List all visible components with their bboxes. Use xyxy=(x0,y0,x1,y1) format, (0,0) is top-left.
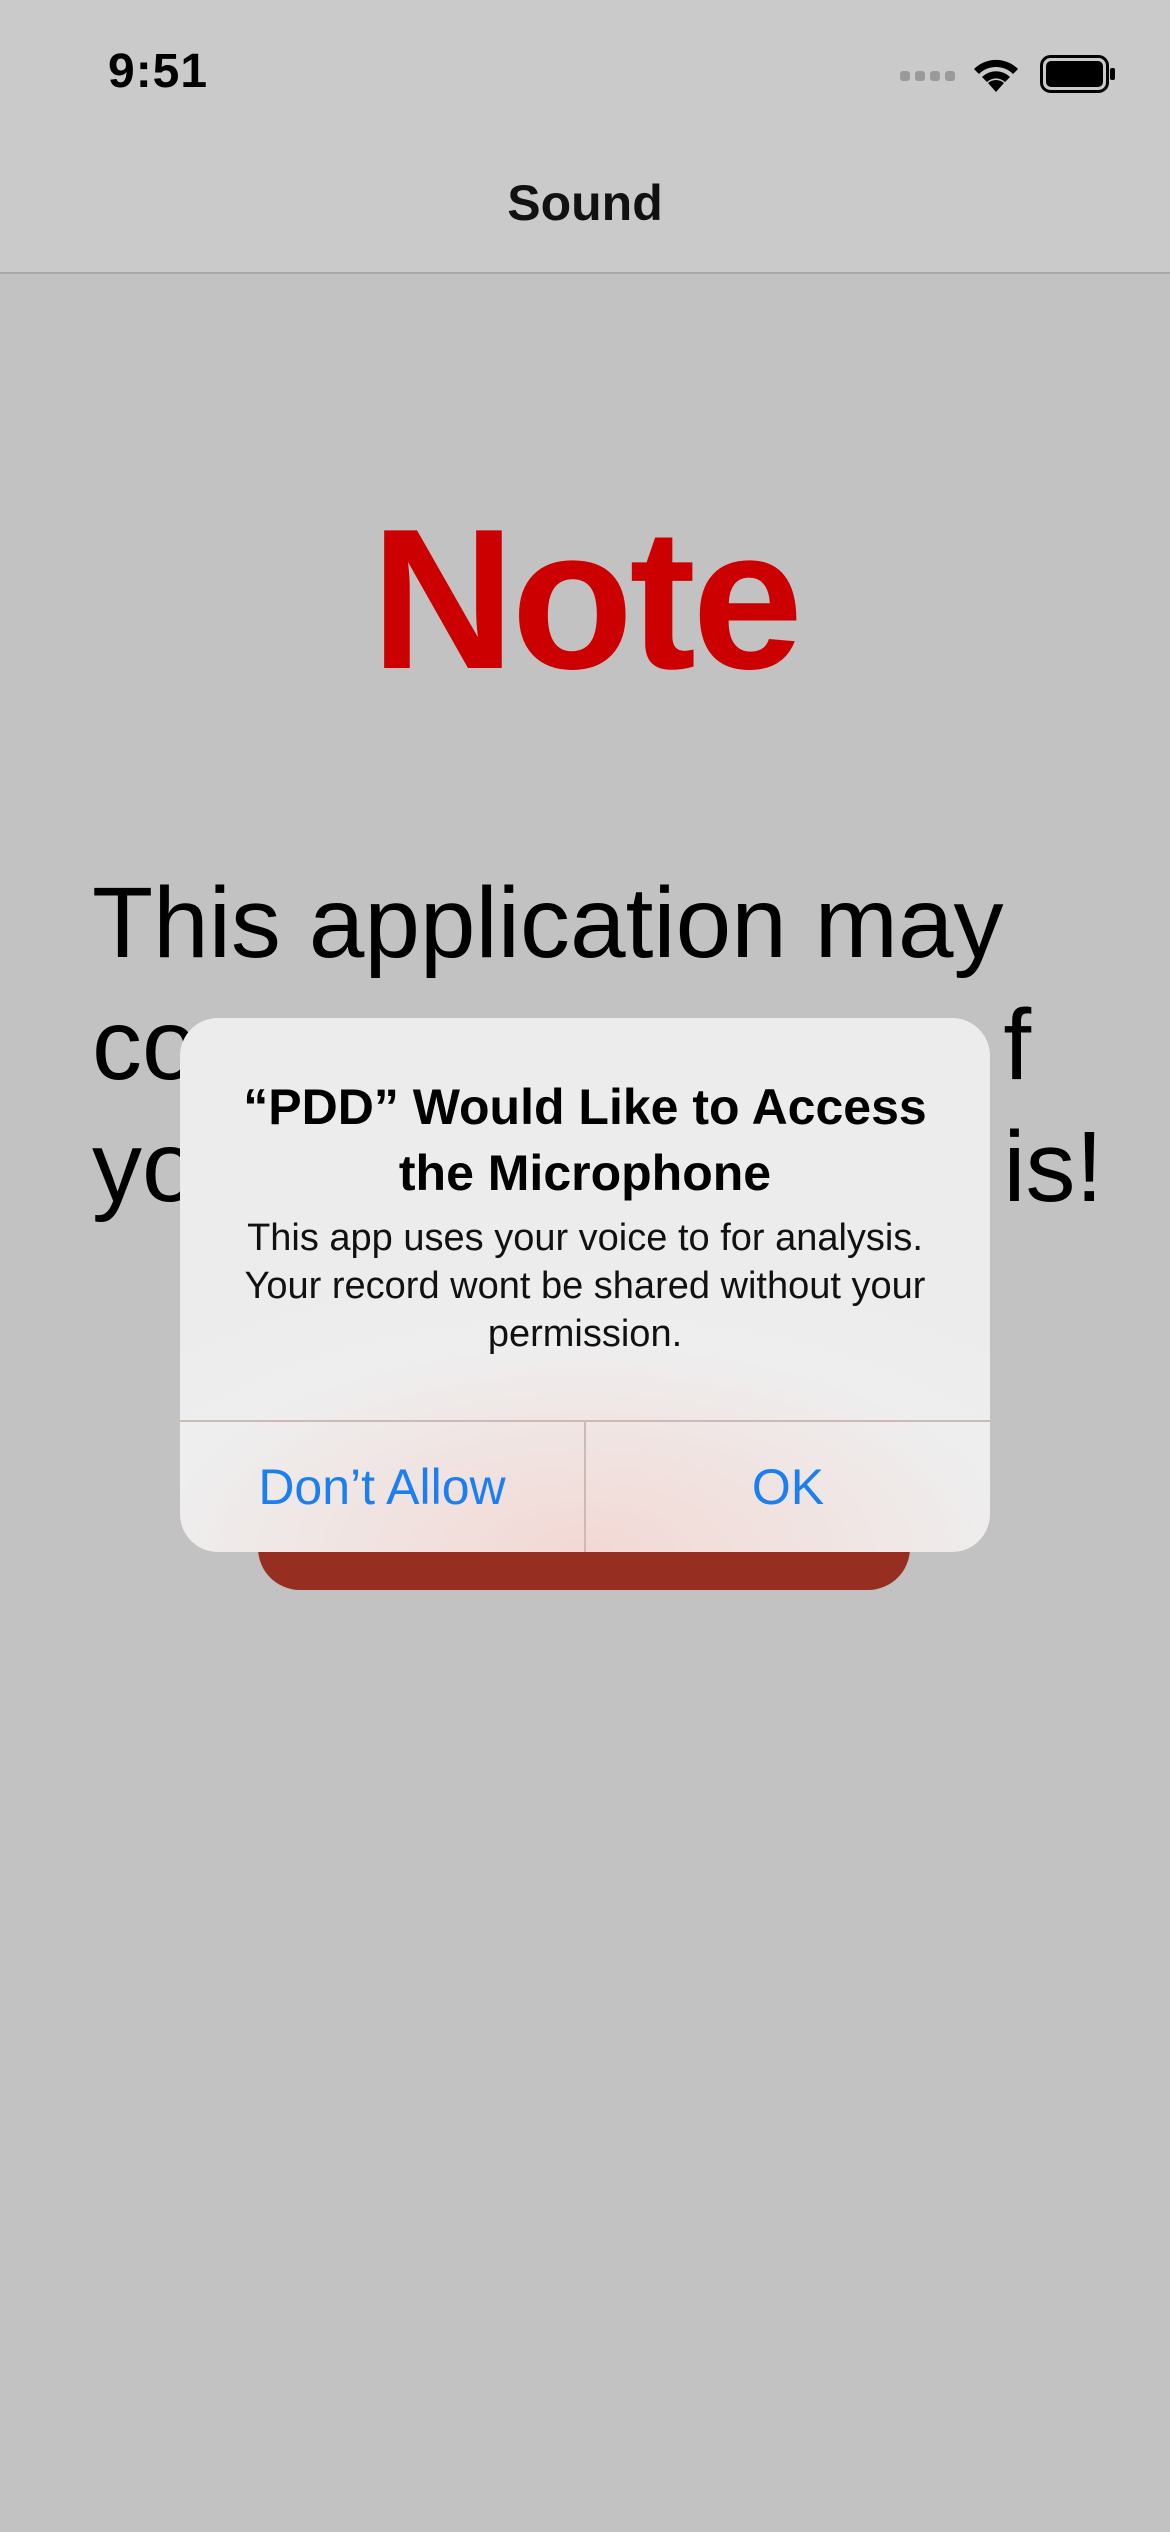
wifi-icon xyxy=(974,59,1018,92)
ok-button[interactable]: OK xyxy=(586,1422,990,1552)
signal-icon xyxy=(900,71,955,81)
nav-title: Sound xyxy=(507,175,663,231)
page-heading: Note xyxy=(370,488,803,711)
battery-icon xyxy=(1040,55,1115,93)
alert-message: This app uses your voice to for analysis… xyxy=(244,1217,926,1355)
status-bar: 9:51 xyxy=(0,0,1170,140)
dont-allow-button[interactable]: Don’t Allow xyxy=(180,1422,584,1552)
navigation-bar: Sound xyxy=(0,140,1170,274)
alert-title: “PDD” Would Like to Access the Microphon… xyxy=(243,1079,927,1201)
status-icons xyxy=(900,54,1116,94)
status-time: 9:51 xyxy=(108,45,209,98)
microphone-permission-alert: “PDD” Would Like to Access the Microphon… xyxy=(180,1018,990,1552)
